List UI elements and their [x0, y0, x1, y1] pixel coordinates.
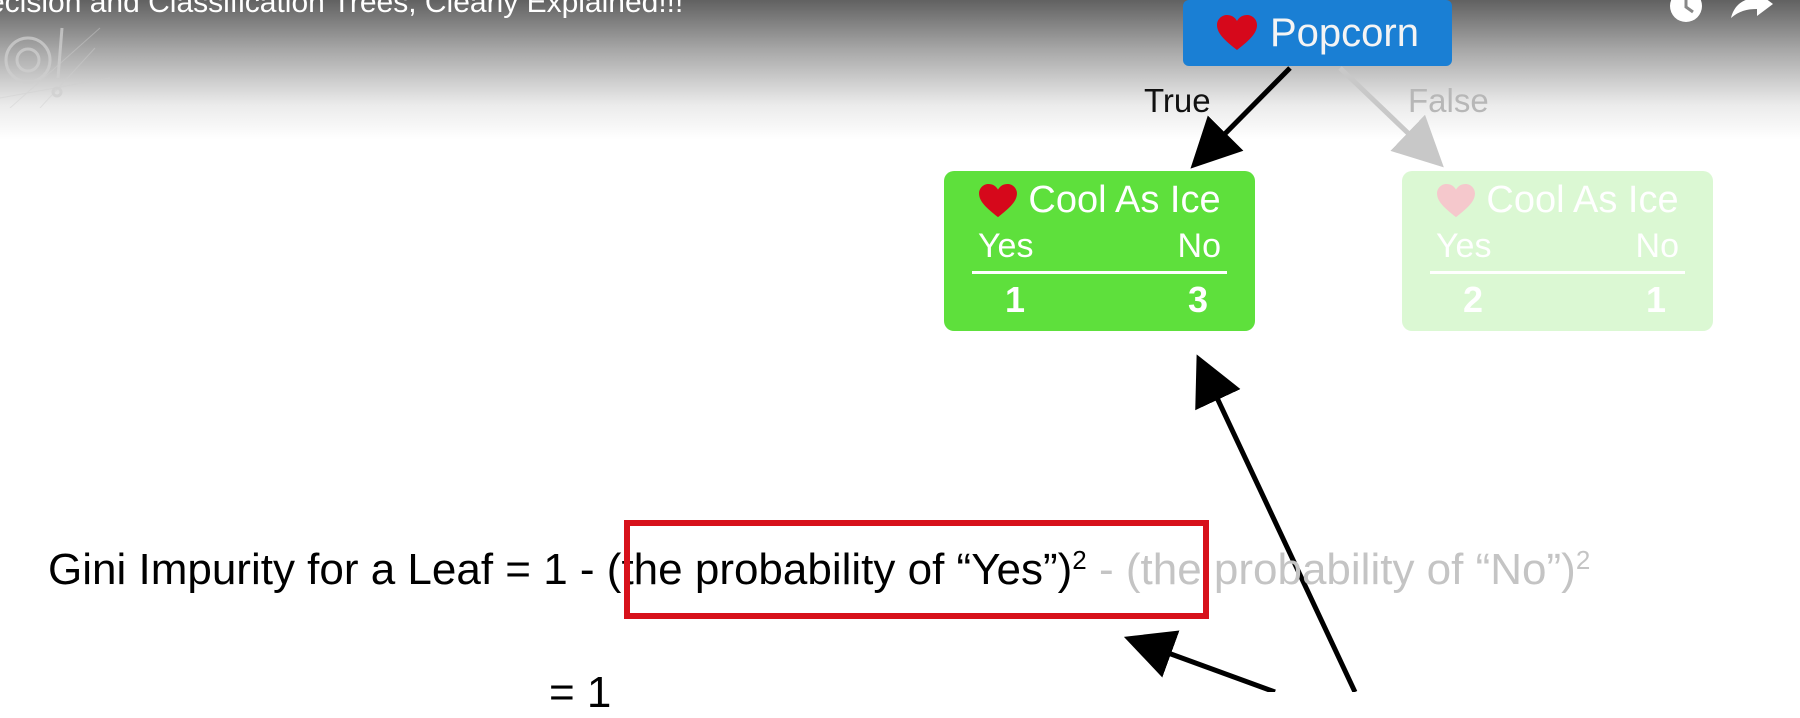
heart-icon	[979, 183, 1018, 217]
leaf-yes-count: 1	[1005, 279, 1026, 320]
pointer-arrow-to-term	[1123, 630, 1276, 692]
leaf-yes-count: 2	[1463, 279, 1484, 320]
pointer-arrow-to-leaf	[1195, 354, 1358, 692]
formula-next-line: = 1	[549, 668, 612, 717]
root-node-popcorn: Popcorn	[1183, 0, 1452, 66]
false-branch-label: False	[1408, 82, 1489, 119]
leaf-no-count: 3	[1187, 279, 1208, 320]
leaf-yes-header: Yes	[1436, 227, 1492, 265]
true-branch-label: True	[1144, 82, 1211, 119]
root-node-label: Popcorn	[1270, 10, 1419, 55]
formula-no-exponent: 2	[1575, 545, 1591, 575]
leaf-yes-header: Yes	[978, 227, 1034, 265]
leaf-no-count: 1	[1645, 279, 1666, 320]
leaf-no-header: No	[1177, 227, 1221, 265]
leaf-title: Cool As Ice	[1028, 179, 1221, 221]
heart-icon	[1437, 183, 1476, 217]
true-branch-arrow	[1190, 66, 1292, 169]
leaf-divider	[972, 271, 1227, 274]
leaf-false: Cool As Ice Yes No 2 1	[1402, 171, 1713, 331]
leaf-no-header: No	[1635, 227, 1679, 265]
formula-left: Gini Impurity for a Leaf = 1	[48, 545, 580, 594]
yes-term-highlight-box	[624, 520, 1209, 619]
leaf-true: Cool As Ice Yes No 1 3	[944, 171, 1255, 331]
leaf-title: Cool As Ice	[1486, 179, 1679, 221]
leaf-divider	[1430, 271, 1685, 274]
heart-icon	[1217, 15, 1257, 50]
